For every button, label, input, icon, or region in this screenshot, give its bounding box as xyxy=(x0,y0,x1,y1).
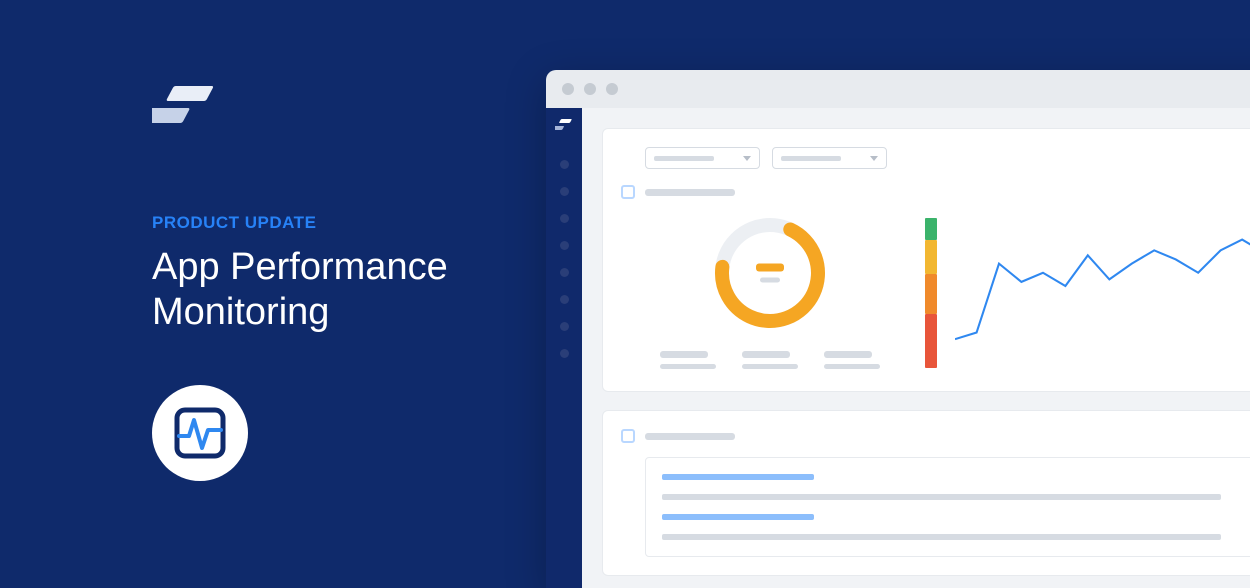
card-title-placeholder xyxy=(645,189,735,196)
card-title-placeholder xyxy=(645,433,735,440)
sidebar-item[interactable] xyxy=(560,160,569,169)
donut-chart-block xyxy=(645,213,895,373)
app-sidebar xyxy=(546,108,582,588)
filter-dropdown[interactable] xyxy=(772,147,887,169)
heartbeat-icon xyxy=(173,406,227,460)
stat-item xyxy=(660,351,716,369)
chevron-down-icon xyxy=(870,156,878,161)
line-chart-block xyxy=(925,213,1250,373)
sidebar-item[interactable] xyxy=(560,268,569,277)
details-card xyxy=(602,410,1250,576)
sidebar-item[interactable] xyxy=(560,349,569,358)
chart-y-axis-bands xyxy=(925,218,937,368)
filter-dropdown[interactable] xyxy=(645,147,760,169)
traffic-light-min-icon xyxy=(584,83,596,95)
metrics-card xyxy=(602,128,1250,392)
donut-center-value xyxy=(756,264,784,283)
hero-panel: PRODUCT UPDATE App Performance Monitorin… xyxy=(152,82,532,481)
browser-title-bar xyxy=(546,70,1250,108)
band-orange xyxy=(925,274,937,314)
sidebar-item[interactable] xyxy=(560,322,569,331)
list-item xyxy=(662,474,814,480)
eyebrow-label: PRODUCT UPDATE xyxy=(152,213,532,233)
sidebar-item[interactable] xyxy=(560,241,569,250)
sidebar-logo-icon xyxy=(555,118,573,136)
dropdown-value-placeholder xyxy=(654,156,714,161)
stat-item xyxy=(742,351,798,369)
band-green xyxy=(925,218,937,240)
band-yellow xyxy=(925,240,937,274)
line-chart xyxy=(955,213,1250,346)
checkbox-icon[interactable] xyxy=(621,185,635,199)
stat-item xyxy=(824,351,880,369)
detail-list xyxy=(645,457,1250,557)
sidebar-item[interactable] xyxy=(560,214,569,223)
sidebar-item[interactable] xyxy=(560,295,569,304)
traffic-light-max-icon xyxy=(606,83,618,95)
app-frame xyxy=(546,108,1250,588)
app-content xyxy=(582,108,1250,588)
feature-icon-badge xyxy=(152,385,248,481)
sidebar-item[interactable] xyxy=(560,187,569,196)
brand-logo xyxy=(152,82,532,133)
list-item xyxy=(662,534,1221,540)
dropdown-value-placeholder xyxy=(781,156,841,161)
list-item xyxy=(662,494,1221,500)
browser-window xyxy=(546,70,1250,588)
checkbox-icon[interactable] xyxy=(621,429,635,443)
hero-title: App Performance Monitoring xyxy=(152,245,532,335)
chevron-down-icon xyxy=(743,156,751,161)
band-red xyxy=(925,314,937,368)
traffic-light-close-icon xyxy=(562,83,574,95)
list-item xyxy=(662,514,814,520)
stat-summary-row xyxy=(645,351,895,369)
